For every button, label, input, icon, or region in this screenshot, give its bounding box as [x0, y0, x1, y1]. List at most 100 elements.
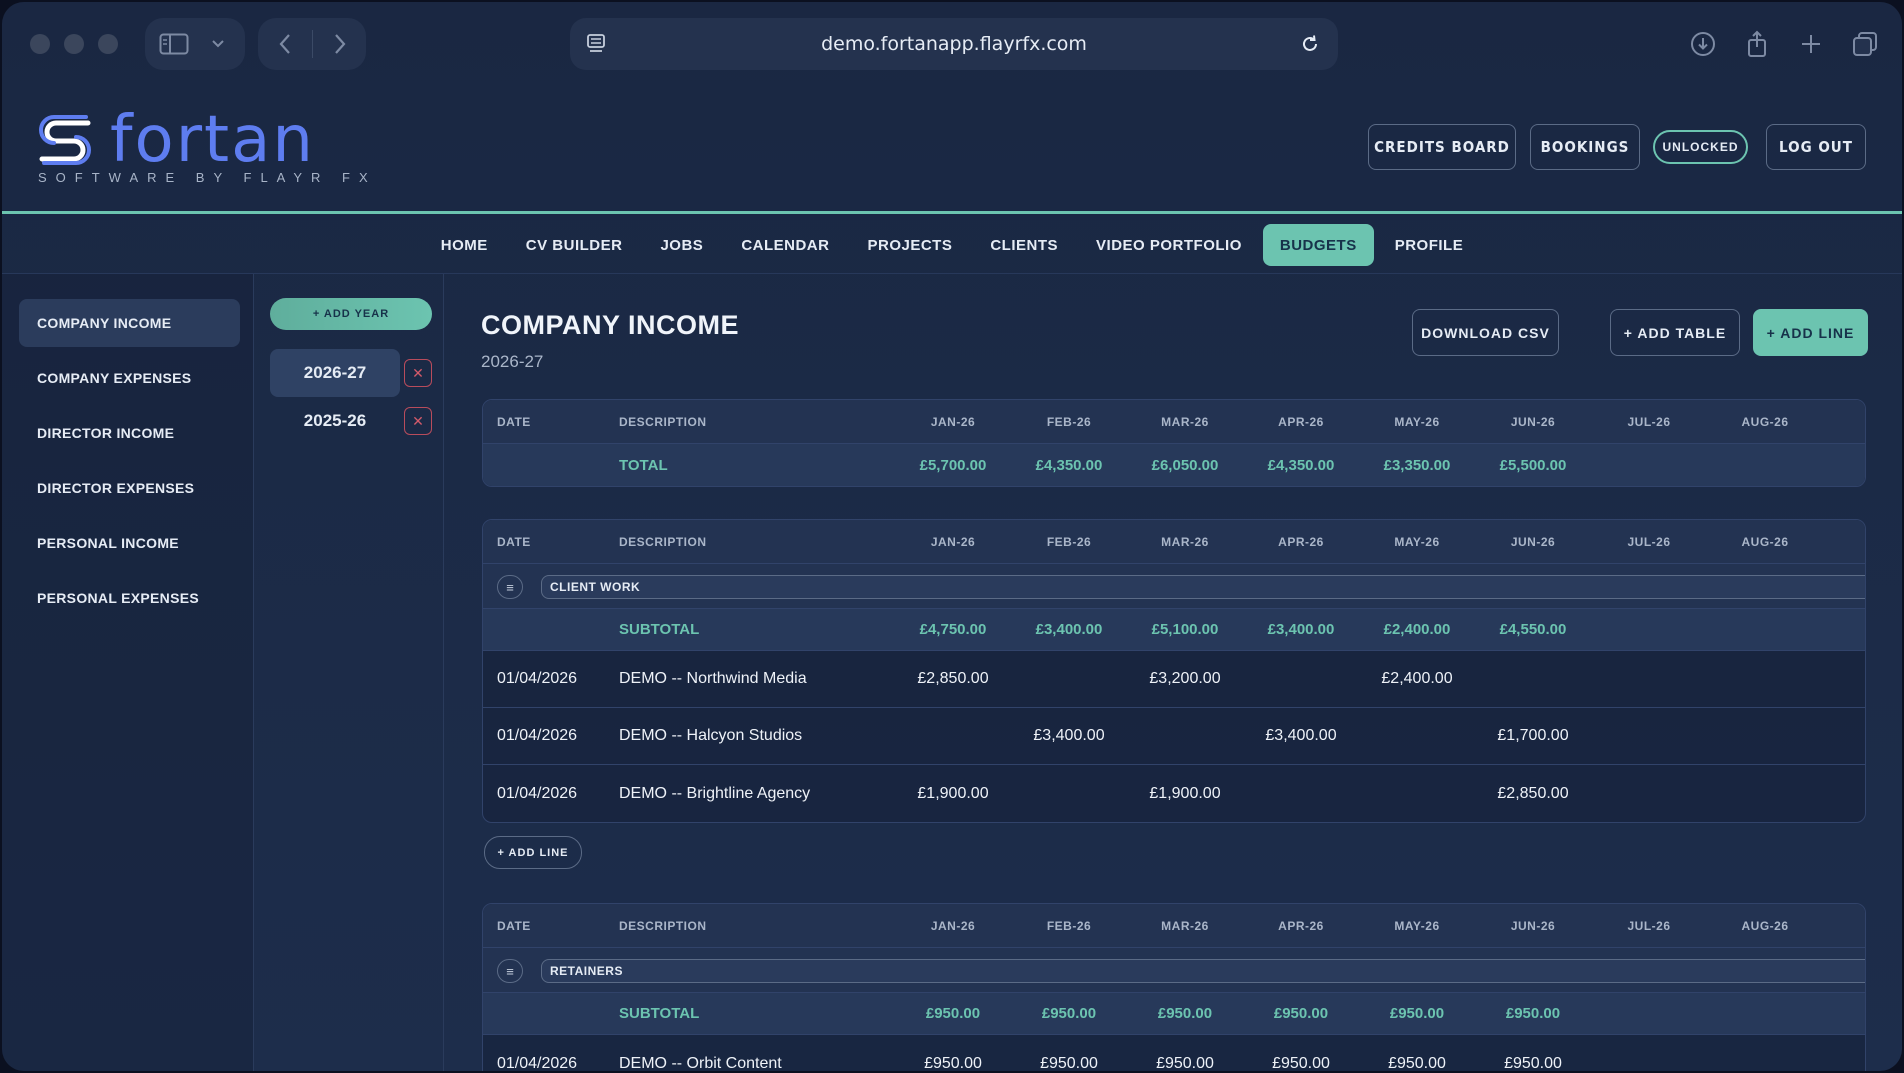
row-month-value[interactable]: £950.00 [1127, 1035, 1243, 1072]
minimize-window-button[interactable] [64, 34, 84, 54]
subtotal-value: £950.00 [1505, 1005, 1561, 1022]
sidebar-item-company-income[interactable]: COMPANY INCOME [19, 299, 240, 347]
address-bar[interactable]: demo.fortanapp.flayrfx.com [570, 18, 1338, 70]
row-month-value[interactable]: £2,850.00 [895, 651, 1011, 707]
row-month-value[interactable] [1359, 708, 1475, 764]
row-month-value[interactable] [1127, 708, 1243, 764]
row-month-value[interactable] [1591, 1035, 1707, 1071]
row-date[interactable]: 01/04/2026 [497, 1035, 577, 1072]
download-icon[interactable] [1678, 19, 1728, 69]
back-arrow-icon[interactable] [258, 18, 312, 70]
row-description[interactable]: DEMO -- Halcyon Studios [619, 708, 802, 764]
row-month-value[interactable] [1707, 765, 1823, 822]
row-date[interactable]: 01/04/2026 [497, 651, 577, 707]
add-line-button[interactable]: + ADD LINE [1753, 309, 1868, 356]
add-year-button[interactable]: + ADD YEAR [270, 298, 432, 330]
row-month-value[interactable]: £1,700.00 [1475, 708, 1591, 764]
sidebar-item-personal-expenses[interactable]: PERSONAL EXPENSES [19, 574, 240, 622]
row-month-value[interactable] [1011, 651, 1127, 707]
drag-handle-icon[interactable]: ≡ [497, 575, 523, 599]
column-header-month: AUG-26 [1741, 918, 1789, 933]
table-row[interactable]: 01/04/2026 DEMO -- Orbit Content £950.00 £9… [483, 1035, 1865, 1072]
row-month-value[interactable] [1243, 765, 1359, 822]
tab-overview-icon[interactable] [1840, 19, 1890, 69]
nav-calendar[interactable]: CALENDAR [724, 224, 846, 266]
row-description[interactable]: DEMO -- Northwind Media [619, 651, 807, 707]
row-date[interactable]: 01/04/2026 [497, 708, 577, 764]
sidebar-item-director-expenses[interactable]: DIRECTOR EXPENSES [19, 464, 240, 512]
nav-video-portfolio[interactable]: VIDEO PORTFOLIO [1079, 224, 1259, 266]
delete-year-icon[interactable]: ✕ [404, 359, 432, 387]
table-row[interactable]: 01/04/2026 DEMO -- Brightline Agency £1,90… [483, 765, 1865, 822]
row-description[interactable]: DEMO -- Brightline Agency [619, 765, 810, 822]
close-window-button[interactable] [30, 34, 50, 54]
row-month-value[interactable]: £950.00 [1475, 1035, 1591, 1072]
drag-handle-icon[interactable]: ≡ [497, 959, 523, 983]
page-menu-icon[interactable] [582, 30, 610, 58]
row-month-value[interactable] [1591, 651, 1707, 707]
row-month-value[interactable]: £1,900.00 [895, 765, 1011, 822]
url-text[interactable]: demo.fortanapp.flayrfx.com [821, 33, 1087, 55]
download-csv-button[interactable]: DOWNLOAD CSV [1412, 309, 1559, 356]
row-month-value[interactable] [895, 708, 1011, 764]
row-month-value[interactable]: £3,400.00 [1243, 708, 1359, 764]
row-month-value[interactable]: £2,400.00 [1359, 651, 1475, 707]
row-month-value[interactable]: £1,900.00 [1127, 765, 1243, 822]
reload-icon[interactable] [1296, 30, 1324, 58]
row-month-value[interactable] [1591, 765, 1707, 822]
nav-jobs[interactable]: JOBS [643, 224, 720, 266]
row-month-value[interactable]: £950.00 [895, 1035, 1011, 1072]
year-item-2025-26[interactable]: 2025-26 [270, 397, 400, 445]
row-month-value[interactable] [1243, 651, 1359, 707]
delete-year-icon[interactable]: ✕ [404, 407, 432, 435]
row-month-value[interactable] [1359, 765, 1475, 822]
column-header-month: MAY-26 [1394, 534, 1440, 549]
nav-home[interactable]: HOME [424, 224, 505, 266]
group-name-input[interactable]: CLIENT WORK [541, 575, 1865, 599]
subtotal-value: £950.00 [1041, 1005, 1097, 1022]
table-row[interactable]: 01/04/2026 DEMO -- Halcyon Studios £3,400.… [483, 708, 1865, 765]
subtotal-value: £4,550.00 [1499, 621, 1567, 638]
row-month-value[interactable] [1707, 651, 1823, 707]
row-month-value[interactable] [1591, 708, 1707, 764]
new-tab-plus-icon[interactable] [1786, 19, 1836, 69]
row-description[interactable]: DEMO -- Orbit Content [619, 1035, 782, 1072]
log-out-button[interactable]: LOG OUT [1766, 124, 1866, 170]
row-month-value[interactable] [1707, 1035, 1823, 1071]
fortan-logo[interactable]: fortan [36, 108, 315, 172]
share-icon[interactable] [1732, 19, 1782, 69]
row-month-value[interactable]: £950.00 [1359, 1035, 1475, 1072]
sidebar-item-personal-income[interactable]: PERSONAL INCOME [19, 519, 240, 567]
credits-board-button[interactable]: CREDITS BOARD [1368, 124, 1516, 170]
row-month-value[interactable]: £950.00 [1243, 1035, 1359, 1072]
column-header-month: MAY-26 [1394, 918, 1440, 933]
group-name-input[interactable]: RETAINERS [541, 959, 1865, 983]
zoom-window-button[interactable] [98, 34, 118, 54]
row-month-value[interactable]: £2,850.00 [1475, 765, 1591, 822]
table-row[interactable]: 01/04/2026 DEMO -- Northwind Media £2,850.… [483, 651, 1865, 708]
row-month-value[interactable] [1707, 708, 1823, 764]
sidebar-item-director-income[interactable]: DIRECTOR INCOME [19, 409, 240, 457]
nav-cv-builder[interactable]: CV BUILDER [509, 224, 640, 266]
bookings-button[interactable]: BOOKINGS [1530, 124, 1640, 170]
nav-profile[interactable]: PROFILE [1378, 224, 1481, 266]
sidebar-item-company-expenses[interactable]: COMPANY EXPENSES [19, 354, 240, 402]
chevron-down-icon[interactable] [203, 18, 233, 70]
total-value [1591, 444, 1707, 486]
row-month-value[interactable]: £950.00 [1011, 1035, 1127, 1072]
page-title: COMPANY INCOME [481, 310, 740, 340]
row-month-value[interactable]: £3,400.00 [1011, 708, 1127, 764]
row-month-value[interactable] [1011, 765, 1127, 822]
row-month-value[interactable] [1475, 651, 1591, 707]
add-line-inline-button[interactable]: + ADD LINE [484, 836, 582, 869]
nav-clients[interactable]: CLIENTS [973, 224, 1075, 266]
column-header-month: JAN-26 [930, 918, 976, 933]
nav-budgets[interactable]: BUDGETS [1262, 224, 1374, 266]
forward-arrow-icon[interactable] [313, 18, 366, 70]
year-item-2026-27[interactable]: 2026-27 [270, 349, 400, 397]
add-table-button[interactable]: + ADD TABLE [1610, 309, 1740, 356]
nav-projects[interactable]: PROJECTS [850, 224, 969, 266]
row-date[interactable]: 01/04/2026 [497, 765, 577, 822]
sidebar-toggle-icon[interactable] [145, 18, 203, 70]
row-month-value[interactable]: £3,200.00 [1127, 651, 1243, 707]
